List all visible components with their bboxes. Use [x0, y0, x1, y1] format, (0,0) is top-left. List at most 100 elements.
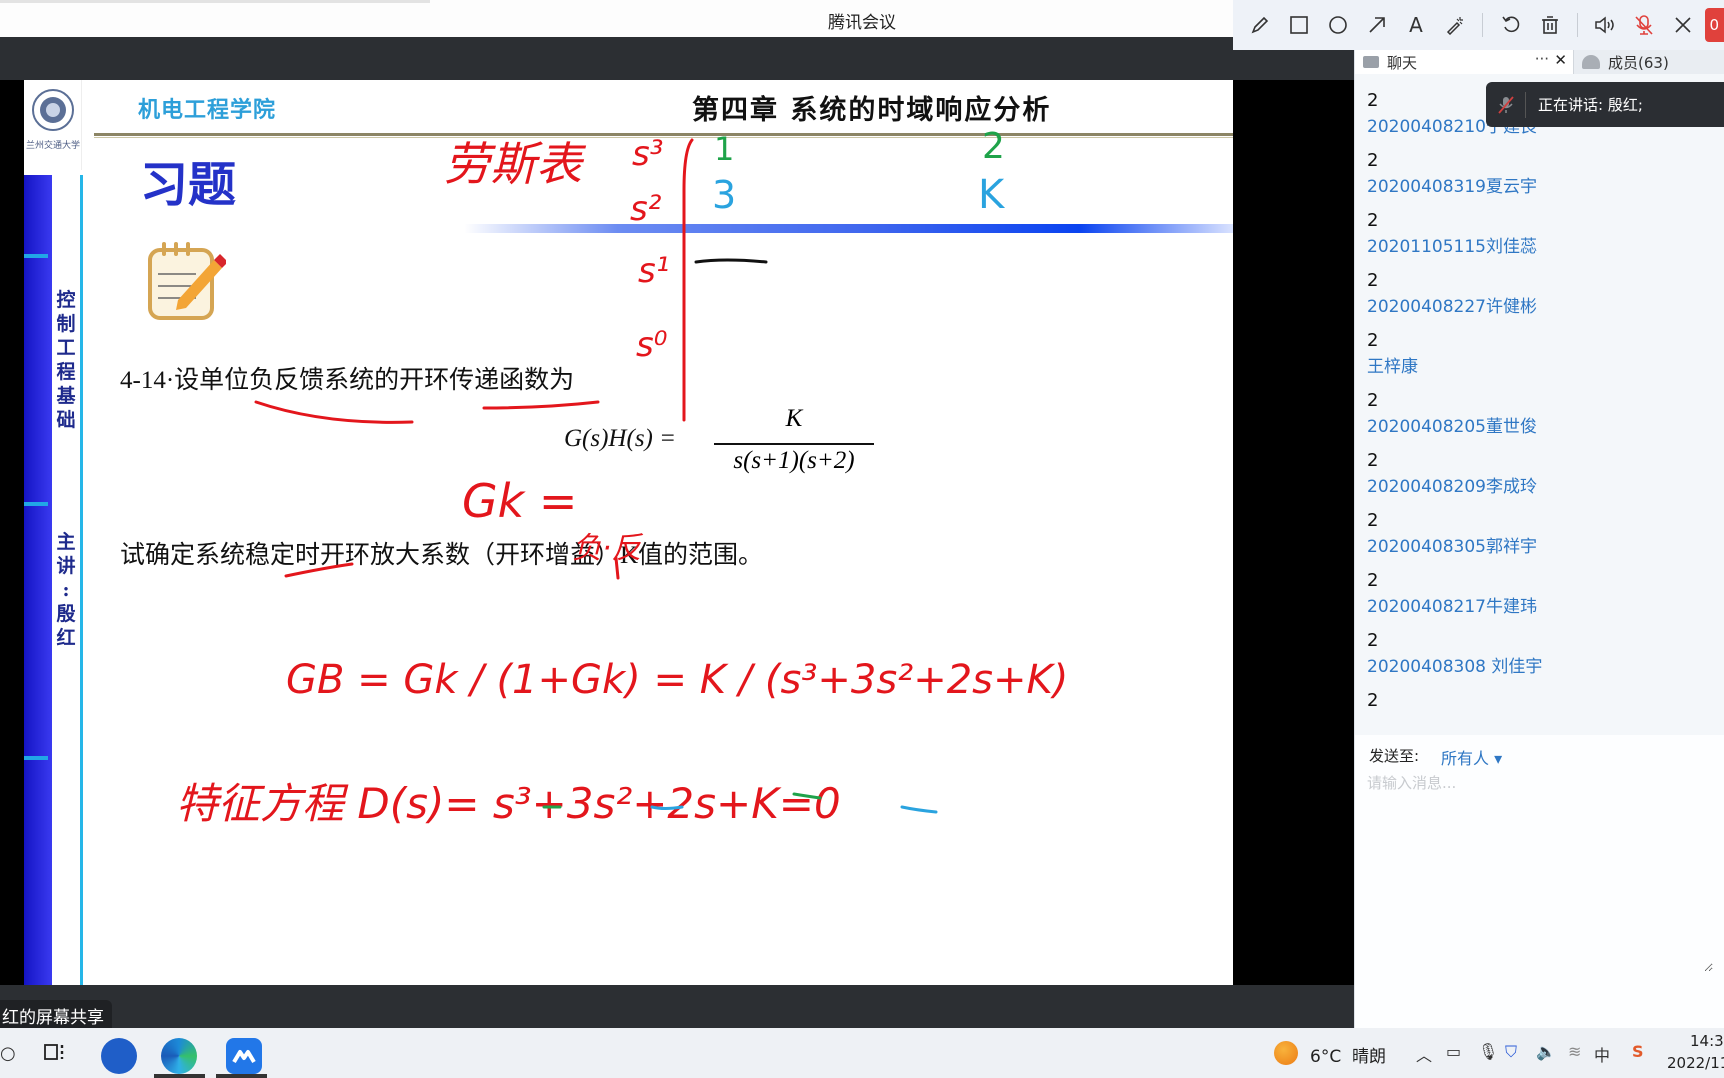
share-bottom-band — [0, 985, 1354, 1028]
magic-wand-icon — [1446, 17, 1463, 35]
clear-tool[interactable] — [1532, 7, 1567, 43]
chat-message: 2 20200408217牛建玮 — [1367, 568, 1707, 620]
tab-chat-label: 聊天 — [1387, 53, 1418, 72]
chat-message: 2 20200408305郭祥宇 — [1367, 508, 1707, 560]
pen-tool[interactable] — [1243, 7, 1278, 43]
message-text: 2 — [1367, 330, 1379, 351]
battery-icon[interactable]: ▭ — [1446, 1042, 1461, 1061]
pencil-icon — [1252, 16, 1269, 34]
chat-close-button[interactable]: ✕ — [1554, 51, 1567, 69]
clock-time[interactable]: 14:39 — [1690, 1032, 1724, 1050]
ink-underline — [482, 400, 600, 410]
weather-desc: 晴朗 — [1352, 1047, 1386, 1067]
message-text: 2 — [1367, 630, 1379, 651]
arrow-tool[interactable] — [1360, 7, 1395, 43]
wifi-icon[interactable]: ≋ — [1568, 1042, 1581, 1061]
rectangle-tool[interactable] — [1282, 7, 1317, 43]
send-to-label: 发送至: — [1369, 747, 1420, 765]
edge-browser-icon[interactable] — [161, 1038, 197, 1074]
ink-underline — [284, 562, 354, 578]
square-icon — [1290, 16, 1309, 34]
mic-button[interactable] — [1627, 7, 1662, 43]
chat-message: 2 20200408319夏云宇 — [1367, 148, 1707, 200]
ink-row2-col2: K — [978, 172, 1006, 218]
sender-name[interactable]: 20200408319夏云宇 — [1367, 174, 1707, 200]
text-icon: A — [1409, 13, 1423, 37]
ink-closed-loop-equation: GB = Gk / (1+Gk) = K / (s³+3s²+2s+K) — [286, 657, 1068, 703]
speaking-text: 正在讲话: 殷红; — [1538, 96, 1643, 114]
clock-date[interactable]: 2022/11 — [1667, 1054, 1724, 1072]
ink-row1-col1: 1 — [714, 130, 734, 168]
toolbar-separator — [1482, 13, 1484, 37]
undo-tool[interactable] — [1493, 7, 1528, 43]
sender-name[interactable]: 20200408305郭祥宇 — [1367, 534, 1707, 560]
ink-routh-s3: s³ — [632, 134, 663, 174]
ink-gk-label: Gk = — [462, 474, 577, 528]
screen-share-label: 红的屏幕共享 — [0, 1000, 112, 1028]
chat-message-list[interactable]: 2 20200408210于建良 2 20200408319夏云宇 2 2020110… — [1367, 80, 1707, 714]
chat-message-input[interactable] — [1367, 772, 1713, 972]
send-to-dropdown[interactable]: 所有人 ▾ — [1441, 745, 1502, 769]
message-text: 2 — [1367, 570, 1379, 591]
chat-more-button[interactable]: ··· — [1535, 50, 1549, 68]
panel-tabs: 聊天 ··· ✕ 成员(63) — [1355, 50, 1724, 74]
message-text: 2 — [1367, 690, 1379, 711]
ink-routh-s2: s² — [630, 189, 662, 229]
recording-badge[interactable]: 0 — [1704, 8, 1724, 42]
close-icon — [1675, 17, 1691, 33]
input-method-indicator[interactable]: 中 — [1594, 1042, 1610, 1066]
sender-name[interactable]: 20200408227许健彬 — [1367, 294, 1707, 320]
weather-temp: 6°C — [1310, 1047, 1342, 1067]
task-view-icon[interactable] — [42, 1040, 66, 1068]
sender-name[interactable]: 20201105115刘佳蕊 — [1367, 234, 1707, 260]
trash-icon — [1541, 16, 1558, 34]
tab-chat[interactable]: 聊天 ··· ✕ — [1355, 50, 1573, 74]
ink-coef-mark — [900, 805, 938, 814]
sender-name[interactable]: 20200408209李成玲 — [1367, 474, 1707, 500]
tencent-meeting-icon[interactable] — [226, 1038, 262, 1074]
message-text: 2 — [1367, 510, 1379, 531]
weather-sun-icon[interactable] — [1274, 1041, 1298, 1065]
chat-message: 2 20200408205董世俊 — [1367, 388, 1707, 440]
tab-members[interactable]: 成员(63) — [1573, 50, 1724, 74]
share-top-band — [0, 37, 1354, 80]
weather-text[interactable]: 6°C 晴朗 — [1310, 1042, 1386, 1067]
ink-dash — [694, 258, 768, 264]
sender-name[interactable]: 20200408217牛建玮 — [1367, 594, 1707, 620]
annotation-toolbar: A 0 — [1233, 0, 1724, 50]
speaker-button[interactable] — [1588, 7, 1623, 43]
volume-icon[interactable]: 🔈 — [1536, 1042, 1556, 1061]
chat-message: 2 20200408209李成玲 — [1367, 448, 1707, 500]
ink-row2-col1: 3 — [712, 173, 736, 217]
security-shield-icon[interactable]: ⛉ — [1505, 1042, 1517, 1062]
ink-routh-label: 劳斯表 — [444, 137, 587, 191]
ink-neg-feedback: 负·反 — [572, 531, 644, 566]
tab-members-label: 成员(63) — [1608, 53, 1669, 72]
ink-coef-mark — [650, 805, 684, 810]
ellipse-tool[interactable] — [1321, 7, 1356, 43]
chat-message: 2 20201105115刘佳蕊 — [1367, 208, 1707, 260]
laser-tool[interactable] — [1437, 7, 1472, 43]
mic-muted-icon — [1635, 15, 1653, 35]
search-icon[interactable]: ○ — [0, 1043, 16, 1064]
sender-name[interactable]: 王梓康 — [1367, 354, 1707, 380]
sender-name[interactable]: 20200408205董世俊 — [1367, 414, 1707, 440]
chat-message: 2 20200408227许健彬 — [1367, 268, 1707, 320]
toolbar-separator — [1576, 13, 1578, 37]
circle-icon — [1329, 16, 1347, 34]
message-text: 2 — [1367, 390, 1379, 411]
close-annotation-button[interactable] — [1666, 7, 1701, 43]
app-icon-screenshot[interactable] — [101, 1038, 137, 1074]
members-icon — [1582, 55, 1600, 69]
text-tool[interactable]: A — [1399, 7, 1434, 43]
shared-slide: 兰州交通大学 控制工程基础 主讲:殷红 机电工程学院 第四章 系统的时域响应分析… — [24, 80, 1233, 985]
message-text: 2 — [1367, 210, 1379, 231]
sogou-ime-icon[interactable]: S — [1632, 1042, 1644, 1061]
speaker-icon — [1595, 16, 1615, 34]
microphone-icon[interactable]: 🎙 — [1478, 1042, 1498, 1061]
show-hidden-icons-chevron-icon[interactable]: ︿ — [1416, 1042, 1432, 1066]
title-shadow — [0, 0, 430, 3]
chat-message: 2 20200408308 刘佳宇 — [1367, 628, 1707, 680]
sender-name[interactable]: 20200408308 刘佳宇 — [1367, 654, 1707, 680]
message-text: 2 — [1367, 150, 1379, 171]
